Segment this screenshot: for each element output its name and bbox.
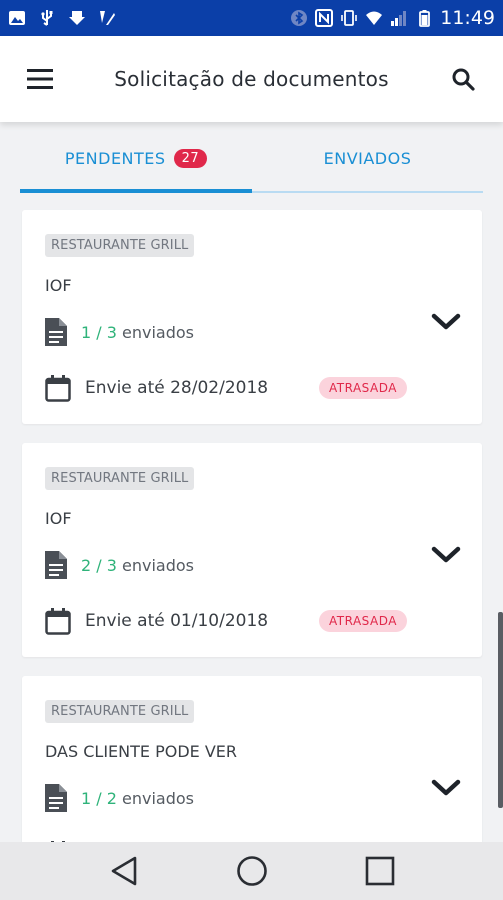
due-date: Envie até 01/10/2018 xyxy=(85,611,269,631)
back-icon[interactable] xyxy=(109,855,139,887)
recents-icon[interactable] xyxy=(365,856,395,886)
chevron-down-icon[interactable] xyxy=(428,310,464,334)
calendar-icon xyxy=(45,608,71,635)
chevron-down-icon[interactable] xyxy=(428,543,464,567)
due-date-row: Envie até 01/10/2018 xyxy=(45,607,268,635)
calendar-icon xyxy=(45,375,71,402)
status-badge: ATRASADA xyxy=(319,377,407,399)
chevron-down-icon[interactable] xyxy=(428,776,464,800)
pending-count-badge: 27 xyxy=(173,148,208,168)
search-icon xyxy=(452,68,475,91)
bluetooth-icon xyxy=(291,10,308,26)
signal-icon xyxy=(391,11,407,26)
document-name: DAS CLIENTE PODE VER xyxy=(45,742,238,761)
sent-label: enviados xyxy=(122,788,194,808)
sent-count-row: 2 / 3 enviados xyxy=(45,551,194,579)
sent-count: 2 / 3 xyxy=(81,555,117,575)
company-tag: RESTAURANTE GRILL xyxy=(45,467,195,490)
tab-label: PENDENTES xyxy=(64,148,166,168)
tab-pendentes[interactable]: PENDENTES 27 xyxy=(20,122,252,194)
page-title: Solicitação de documentos xyxy=(114,67,389,91)
request-card[interactable]: RESTAURANTE GRILL IOF 1 / 3 enviados Env… xyxy=(22,210,482,424)
document-icon xyxy=(45,318,67,346)
wifi-icon xyxy=(366,11,383,25)
sent-count-row: 1 / 2 enviados xyxy=(45,784,194,812)
document-icon xyxy=(45,551,67,579)
active-tab-indicator xyxy=(20,189,252,193)
scrollbar[interactable] xyxy=(498,612,503,808)
image-icon xyxy=(9,11,25,25)
battery-icon xyxy=(419,10,431,27)
sent-label: enviados xyxy=(122,555,194,575)
sent-count: 1 / 3 xyxy=(81,322,117,342)
download-icon xyxy=(69,11,85,25)
tab-bar: PENDENTES 27 ENVIADOS xyxy=(20,122,483,194)
sent-count: 1 / 2 xyxy=(81,788,117,808)
menu-button[interactable] xyxy=(0,36,80,122)
nfc-icon xyxy=(315,9,334,27)
pen-icon xyxy=(100,11,115,25)
tab-label: ENVIADOS xyxy=(323,148,412,168)
sent-count-row: 1 / 3 enviados xyxy=(45,318,194,346)
request-card[interactable]: RESTAURANTE GRILL IOF 2 / 3 enviados Env… xyxy=(22,443,482,657)
search-button[interactable] xyxy=(423,36,503,122)
tab-enviados[interactable]: ENVIADOS xyxy=(252,122,483,194)
sent-label: enviados xyxy=(122,322,194,342)
status-bar: 11:49 xyxy=(0,0,503,36)
usb-icon xyxy=(41,10,53,26)
due-date: Envie até 28/02/2018 xyxy=(85,378,269,398)
clock: 11:49 xyxy=(440,7,495,29)
system-nav-bar xyxy=(0,842,503,900)
due-date-row: Envie até 28/02/2018 xyxy=(45,374,268,402)
status-badge: ATRASADA xyxy=(319,610,407,632)
company-tag: RESTAURANTE GRILL xyxy=(45,234,195,257)
document-name: IOF xyxy=(45,276,72,295)
document-icon xyxy=(45,784,67,812)
menu-icon xyxy=(27,69,53,89)
document-name: IOF xyxy=(45,509,72,528)
app-bar: Solicitação de documentos xyxy=(0,36,503,122)
home-icon[interactable] xyxy=(236,855,268,887)
vibrate-icon xyxy=(341,10,358,26)
company-tag: RESTAURANTE GRILL xyxy=(45,700,195,723)
